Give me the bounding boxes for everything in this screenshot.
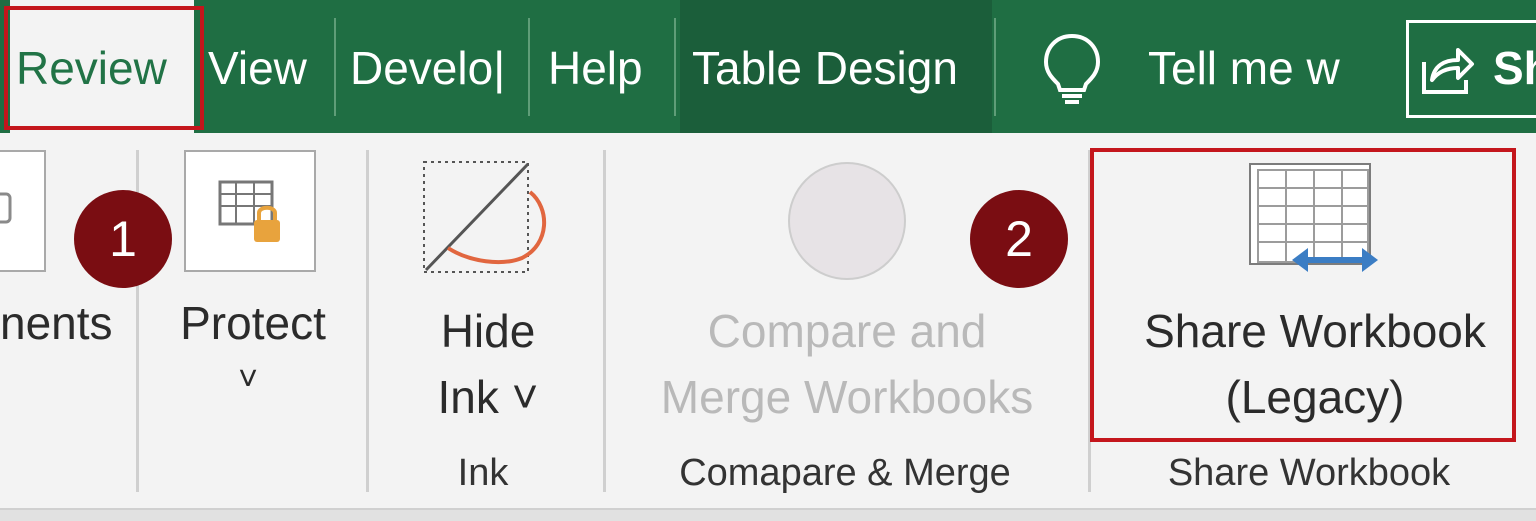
step-2-callout: 2 bbox=[970, 190, 1068, 288]
hide-ink-label-line2[interactable]: Ink ˅ bbox=[408, 370, 568, 424]
tab-developer[interactable]: Develo| bbox=[350, 0, 512, 133]
protect-dropdown-chevron-icon[interactable]: ˅ bbox=[228, 360, 268, 399]
tab-divider bbox=[528, 18, 530, 116]
group-label-ink: Ink bbox=[457, 452, 509, 494]
ribbon-bottom-border bbox=[0, 508, 1536, 521]
tab-divider bbox=[994, 18, 996, 116]
group-divider bbox=[603, 150, 606, 492]
tab-view[interactable]: View bbox=[208, 0, 328, 133]
group-label-share-workbook: Share Workbook bbox=[1167, 452, 1451, 494]
share-workbook-highlight bbox=[1090, 148, 1516, 442]
tell-me-search[interactable]: Tell me w bbox=[1148, 0, 1353, 133]
review-tab-highlight bbox=[4, 6, 204, 130]
comment-icon bbox=[0, 192, 12, 224]
group-label-compare-merge: Comapare & Merge bbox=[679, 452, 1011, 494]
compare-merge-icon bbox=[788, 162, 906, 280]
protect-label: Protect bbox=[180, 297, 326, 349]
hide-ink-label-line1[interactable]: Hide bbox=[408, 304, 568, 358]
step-1-callout: 1 bbox=[74, 190, 172, 288]
group-divider bbox=[366, 150, 369, 492]
compare-merge-label-line2[interactable]: Merge Workbooks bbox=[640, 370, 1054, 424]
tab-help[interactable]: Help bbox=[548, 0, 668, 133]
protect-sheet-icon bbox=[218, 180, 280, 242]
tab-divider bbox=[334, 18, 336, 116]
compare-merge-label-line1[interactable]: Compare and bbox=[640, 304, 1054, 358]
hide-ink-icon bbox=[423, 161, 546, 273]
tab-table-design[interactable]: Table Design bbox=[680, 0, 992, 133]
share-icon bbox=[1422, 48, 1474, 94]
tab-divider bbox=[674, 18, 676, 116]
comments-label: nents bbox=[0, 297, 113, 349]
lightbulb-icon[interactable] bbox=[1038, 32, 1106, 106]
